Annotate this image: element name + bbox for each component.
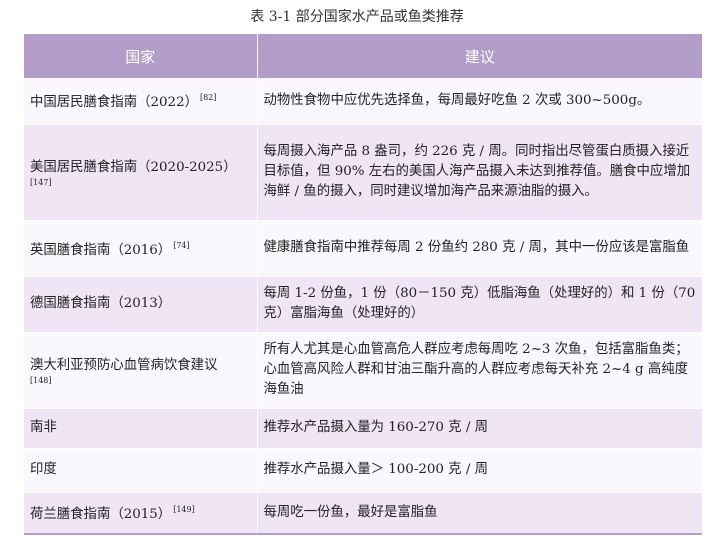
citation-ref: [147] [30,177,52,187]
cell-advice: 推荐水产品摄入量为 160-270 克 / 周 [257,408,702,449]
citation-ref: [148] [30,375,52,385]
citation-ref: [82] [199,93,217,103]
cell-country: 南非 [24,408,258,449]
cell-country: 荷兰膳食指南（2015） [149] [24,492,258,535]
cell-country: 澳大利亚预防心血管病饮食建议 [148] [24,332,258,409]
cell-advice: 动物性食物中应优先选择鱼，每周最好吃鱼 2 次或 300~500g。 [257,78,702,125]
table-row: 澳大利亚预防心血管病饮食建议 [148] 所有人尤其是心血管高危人群应考虑每周吃 … [24,332,702,409]
table-caption: 表 3-1 部分国家水产品或鱼类推荐 [250,9,464,25]
table-row: 荷兰膳食指南（2015） [149] 每周吃一份鱼，最好是富脂鱼 [24,492,702,535]
header-country: 国家 [24,34,258,78]
fish-recommendation-table: 国家 建议 中国居民膳食指南（2022） [82] 动物性食物中应优先选择鱼，每周… [24,34,702,535]
table-header-row: 国家 建议 [24,34,702,78]
table-row: 德国膳食指南（2013） 每周 1-2 份鱼，1 份（80－150 克）低脂海鱼… [24,276,702,333]
cell-country: 印度 [24,448,258,493]
table-row: 印度 推荐水产品摄入量＞ 100-200 克 / 周 [24,448,702,493]
cell-country: 美国居民膳食指南（2020-2025） [147] [24,124,258,221]
citation-ref: [149] [173,505,195,515]
cell-country: 德国膳食指南（2013） [24,276,258,333]
table-row: 中国居民膳食指南（2022） [82] 动物性食物中应优先选择鱼，每周最好吃鱼 2… [24,78,702,125]
table-row: 南非 推荐水产品摄入量为 160-270 克 / 周 [24,408,702,449]
cell-country: 中国居民膳食指南（2022） [82] [24,78,258,125]
citation-ref: [74] [173,240,190,250]
table-row: 美国居民膳食指南（2020-2025） [147] 每周摄入海产品 8 盎司，约 … [24,124,702,221]
cell-advice: 健康膳食指南中推荐每周 2 份鱼约 280 克 / 周，其中一份应该是富脂鱼 [257,220,702,277]
cell-country: 英国膳食指南（2016） [74] [24,220,258,277]
cell-advice: 所有人尤其是心血管高危人群应考虑每周吃 2~3 次鱼，包括富脂鱼类；心血管高风险… [257,332,702,409]
cell-advice: 推荐水产品摄入量＞ 100-200 克 / 周 [257,448,702,493]
cell-advice: 每周吃一份鱼，最好是富脂鱼 [257,492,702,535]
table-row: 英国膳食指南（2016） [74] 健康膳食指南中推荐每周 2 份鱼约 280 克… [24,220,702,277]
cell-advice: 每周摄入海产品 8 盎司，约 226 克 / 周。同时指出尽管蛋白质摄入接近目标… [257,124,702,221]
header-advice: 建议 [257,34,702,78]
cell-advice: 每周 1-2 份鱼，1 份（80－150 克）低脂海鱼（处理好的）和 1 份（7… [257,276,702,333]
